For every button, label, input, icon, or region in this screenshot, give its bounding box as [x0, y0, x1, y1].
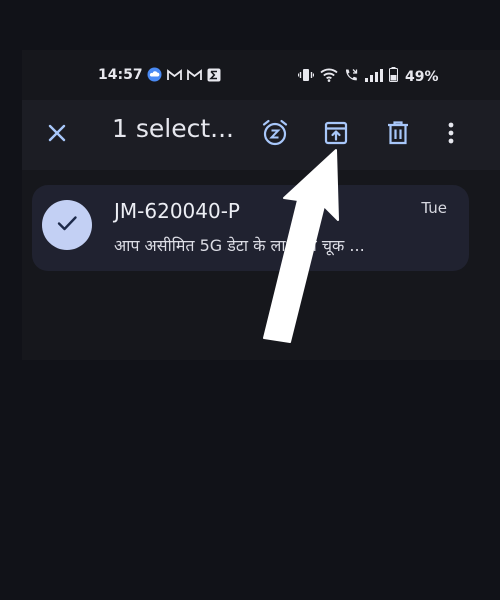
signal-icon — [365, 67, 383, 86]
vibrate-icon — [297, 67, 315, 86]
selection-count-title: 1 select... — [112, 114, 234, 143]
archive-button[interactable] — [318, 117, 354, 153]
phone-screen: 14:57 49% 1 select... JM-620040-P Tue आप… — [22, 50, 500, 360]
status-bar: 14:57 49% — [22, 50, 500, 100]
more-vert-icon — [447, 121, 455, 149]
system-status-icons: 49% — [297, 67, 439, 86]
status-time: 14:57 — [98, 67, 143, 83]
close-icon — [46, 122, 68, 148]
email-sender: JM-620040-P — [114, 199, 240, 223]
snooze-icon — [261, 119, 289, 151]
checkmark-icon — [56, 214, 78, 236]
close-selection-button[interactable] — [39, 117, 75, 153]
selection-action-bar: 1 select... — [22, 100, 500, 170]
snooze-button[interactable] — [257, 117, 293, 153]
more-options-button[interactable] — [433, 117, 469, 153]
email-list-item[interactable]: JM-620040-P Tue आप असीमित 5G डेटा के लाभ… — [32, 185, 469, 271]
delete-icon — [386, 120, 410, 150]
sum-icon — [207, 68, 221, 82]
cloud-icon — [147, 67, 162, 82]
notification-icons — [147, 67, 221, 82]
battery-icon — [389, 67, 398, 86]
email-subject: आप असीमित 5G डेटा के लाभों से चूक ... — [114, 236, 365, 255]
screenshot-page: 14:57 49% 1 select... JM-620040-P Tue आप… — [0, 0, 500, 600]
gmail-icon — [187, 68, 202, 81]
email-date: Tue — [421, 199, 447, 217]
delete-button[interactable] — [380, 117, 416, 153]
wifi-icon — [320, 67, 338, 86]
battery-percentage: 49% — [405, 68, 439, 85]
selected-avatar[interactable] — [42, 200, 92, 250]
call-icon — [344, 67, 359, 86]
archive-icon — [323, 120, 349, 150]
gmail-icon — [167, 68, 182, 81]
